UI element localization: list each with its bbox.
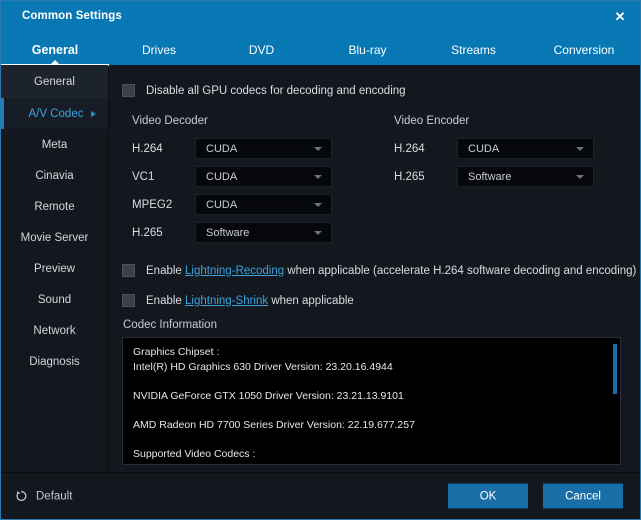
- encoder-row-h264: H.264 CUDA: [394, 138, 594, 159]
- sidebar-item-general-label: General: [34, 75, 75, 88]
- tab-streams-label: Streams: [451, 42, 496, 57]
- encoder-h265-value: Software: [468, 170, 512, 183]
- disable-gpu-checkbox[interactable]: [122, 84, 135, 97]
- tab-drives[interactable]: Drives: [109, 34, 209, 65]
- lightning-recoding-prefix: Enable: [146, 264, 186, 277]
- encoder-h264-label: H.264: [394, 142, 425, 155]
- codec-information-box[interactable]: Graphics Chipset : Intel(R) HD Graphics …: [122, 337, 621, 465]
- sidebar-item-diagnosis-label: Diagnosis: [29, 355, 80, 368]
- disable-gpu-row[interactable]: Disable all GPU codecs for decoding and …: [122, 84, 406, 97]
- tab-conversion-label: Conversion: [553, 42, 615, 57]
- sidebar-item-diagnosis[interactable]: Diagnosis: [1, 346, 108, 377]
- sidebar-item-sound[interactable]: Sound: [1, 284, 108, 315]
- sidebar-item-cinavia-label: Cinavia: [35, 169, 74, 182]
- sidebar-item-network-label: Network: [33, 324, 76, 337]
- sidebar-item-meta-label: Meta: [41, 138, 68, 151]
- sidebar-item-movie-server[interactable]: Movie Server: [1, 222, 108, 253]
- tab-bluray-label: Blu-ray: [348, 42, 387, 57]
- decoder-h264-label: H.264: [132, 142, 163, 155]
- lightning-shrink-suffix: when applicable: [268, 294, 354, 307]
- sidebar-item-movie-server-label: Movie Server: [20, 231, 89, 244]
- reset-arrow-icon: [16, 490, 27, 501]
- lightning-recoding-row[interactable]: Enable Lightning-Recoding when applicabl…: [122, 264, 636, 277]
- codec-information-text: Graphics Chipset : Intel(R) HD Graphics …: [133, 346, 415, 464]
- decoder-row-mpeg2: MPEG2 CUDA: [132, 194, 332, 215]
- ok-button[interactable]: OK: [448, 483, 528, 509]
- tab-drives-label: Drives: [141, 42, 176, 57]
- lightning-recoding-suffix: when applicable (accelerate H.264 softwa…: [284, 264, 637, 277]
- chevron-down-icon: [576, 174, 584, 179]
- decoder-row-h264: H.264 CUDA: [132, 138, 332, 159]
- sidebar-item-av-codec-label: A/V Codec: [28, 107, 84, 120]
- decoder-h265-dropdown[interactable]: Software: [195, 222, 332, 243]
- sidebar-item-network[interactable]: Network: [1, 315, 108, 346]
- lightning-shrink-link[interactable]: Lightning-Shrink: [185, 295, 268, 307]
- chevron-down-icon: [314, 230, 322, 235]
- chevron-down-icon: [314, 146, 322, 151]
- title-bar: Common Settings ✕: [1, 1, 640, 34]
- decoder-row-h265: H.265 Software: [132, 222, 332, 243]
- encoder-row-h265: H.265 Software: [394, 166, 594, 187]
- common-settings-dialog: Common Settings ✕ General Drives DVD Blu…: [0, 0, 641, 520]
- lightning-recoding-link[interactable]: Lightning-Recoding: [185, 265, 284, 277]
- default-button-label: Default: [36, 490, 73, 502]
- video-encoder-heading: Video Encoder: [394, 115, 470, 127]
- lightning-shrink-checkbox[interactable]: [122, 294, 135, 307]
- decoder-mpeg2-label: MPEG2: [132, 198, 173, 211]
- window-title: Common Settings: [22, 10, 122, 22]
- sidebar-item-remote-label: Remote: [34, 200, 75, 213]
- lightning-shrink-prefix: Enable: [146, 294, 186, 307]
- decoder-h265-label: H.265: [132, 226, 163, 239]
- codec-information-label: Codec Information: [123, 319, 217, 331]
- sidebar-item-meta[interactable]: Meta: [1, 129, 108, 160]
- tab-general-label: General: [31, 42, 79, 57]
- encoder-h264-value: CUDA: [468, 142, 500, 155]
- dialog-footer: Default OK Cancel: [1, 472, 640, 519]
- sidebar: General A/V Codec Meta Cinavia Remote Mo…: [1, 65, 109, 472]
- tab-general[interactable]: General: [1, 34, 109, 66]
- encoder-h265-label: H.265: [394, 170, 425, 183]
- default-button[interactable]: Default: [15, 490, 72, 503]
- decoder-vc1-value: CUDA: [206, 170, 238, 183]
- tab-dvd[interactable]: DVD: [209, 34, 314, 65]
- sidebar-item-av-codec[interactable]: A/V Codec: [1, 98, 108, 129]
- lightning-recoding-checkbox[interactable]: [122, 264, 135, 277]
- tab-bluray[interactable]: Blu-ray: [314, 34, 421, 65]
- decoder-vc1-label: VC1: [132, 170, 155, 183]
- decoder-mpeg2-dropdown[interactable]: CUDA: [195, 194, 332, 215]
- tab-dvd-label: DVD: [248, 42, 275, 57]
- chevron-right-icon: [91, 110, 96, 117]
- tab-conversion[interactable]: Conversion: [526, 34, 641, 65]
- decoder-vc1-dropdown[interactable]: CUDA: [195, 166, 332, 187]
- encoder-h265-dropdown[interactable]: Software: [457, 166, 594, 187]
- sidebar-item-sound-label: Sound: [37, 293, 72, 306]
- cancel-button[interactable]: Cancel: [543, 483, 623, 509]
- codec-scrollbar-thumb[interactable]: [613, 344, 617, 394]
- lightning-shrink-label: Enable Lightning-Shrink when applicable: [146, 295, 354, 307]
- close-icon[interactable]: ✕: [610, 6, 630, 26]
- sidebar-item-general[interactable]: General: [1, 65, 108, 98]
- decoder-h264-dropdown[interactable]: CUDA: [195, 138, 332, 159]
- codec-scrollbar-track[interactable]: [613, 339, 619, 464]
- video-decoder-heading: Video Decoder: [132, 115, 208, 127]
- disable-gpu-label: Disable all GPU codecs for decoding and …: [146, 84, 406, 97]
- sidebar-item-preview[interactable]: Preview: [1, 253, 108, 284]
- sidebar-item-remote[interactable]: Remote: [1, 191, 108, 222]
- decoder-row-vc1: VC1 CUDA: [132, 166, 332, 187]
- lightning-recoding-label: Enable Lightning-Recoding when applicabl…: [146, 265, 636, 277]
- lightning-shrink-row[interactable]: Enable Lightning-Shrink when applicable: [122, 294, 354, 307]
- chevron-down-icon: [576, 146, 584, 151]
- sidebar-item-cinavia[interactable]: Cinavia: [1, 160, 108, 191]
- decoder-h264-value: CUDA: [206, 142, 238, 155]
- decoder-h265-value: Software: [206, 226, 250, 239]
- encoder-h264-dropdown[interactable]: CUDA: [457, 138, 594, 159]
- chevron-down-icon: [314, 174, 322, 179]
- tab-streams[interactable]: Streams: [421, 34, 526, 65]
- sidebar-item-preview-label: Preview: [34, 262, 75, 275]
- decoder-mpeg2-value: CUDA: [206, 198, 238, 211]
- chevron-down-icon: [314, 202, 322, 207]
- tab-strip: General Drives DVD Blu-ray Streams Conve…: [1, 34, 641, 66]
